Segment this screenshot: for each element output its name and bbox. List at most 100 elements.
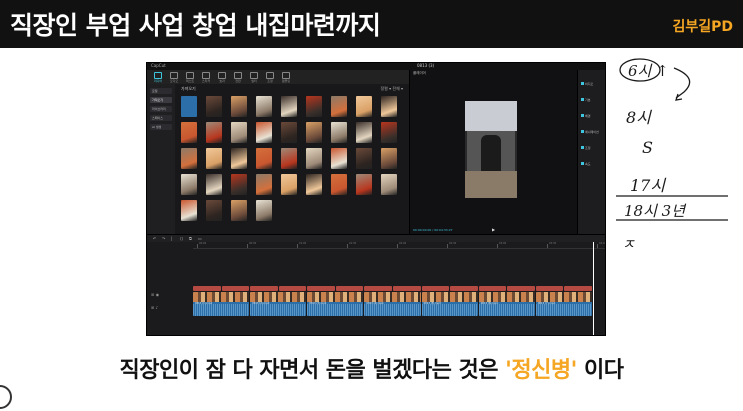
timeline-tool-icon[interactable]: ↷: [162, 236, 165, 241]
media-thumbnail[interactable]: [306, 148, 322, 169]
toolbar-tab-2[interactable]: 텍스트: [183, 71, 197, 83]
media-thumbnail[interactable]: [256, 174, 272, 195]
effect-clip[interactable]: [364, 286, 392, 291]
media-thumbnail[interactable]: [306, 174, 322, 195]
timeline-tool-icon[interactable]: ▭: [198, 236, 202, 241]
video-clip[interactable]: 0813 (4).mp4: [364, 292, 421, 316]
preview-video-frame[interactable]: [465, 101, 517, 198]
toolbar-tab-6[interactable]: 필터: [247, 71, 261, 83]
effect-clip[interactable]: [535, 286, 564, 291]
property-item[interactable]: 속도: [581, 162, 603, 166]
media-thumbnail[interactable]: [381, 96, 397, 117]
media-thumbnail[interactable]: [231, 96, 247, 117]
timeline-ruler[interactable]: 00:00 00:30 01:00 01:30 02:00 02:30 03:00 03:30…: [193, 242, 605, 249]
effect-clip[interactable]: [250, 286, 278, 291]
media-thumbnail[interactable]: [206, 148, 222, 169]
ruler-label: 02:00: [399, 242, 407, 245]
media-thumbnail[interactable]: [256, 122, 272, 143]
media-thumbnail[interactable]: [206, 96, 222, 117]
media-thumbnail[interactable]: [181, 122, 197, 143]
media-thumbnail[interactable]: [256, 200, 272, 221]
media-thumbnail[interactable]: [331, 174, 347, 195]
media-sort-controls[interactable]: 정렬 ▾ 전체 ▾: [380, 86, 403, 92]
timeline-playhead[interactable]: [593, 242, 594, 335]
toolbar-tab-1[interactable]: 오디오: [167, 71, 181, 83]
toolbar-tab-7[interactable]: 조정: [263, 71, 277, 83]
media-thumbnail[interactable]: [256, 96, 272, 117]
media-thumbnail[interactable]: [356, 174, 372, 195]
sidebar-item[interactable]: 라이브러리: [150, 106, 172, 112]
effect-clip[interactable]: [221, 286, 250, 291]
media-thumbnail[interactable]: [231, 200, 247, 221]
app-name: CapCut: [151, 63, 166, 68]
media-thumbnail[interactable]: [281, 174, 297, 195]
effect-clip[interactable]: [193, 286, 221, 291]
video-clip[interactable]: 0813 (6).mp4: [478, 292, 535, 316]
effect-clip[interactable]: [307, 286, 335, 291]
media-thumbnail[interactable]: [281, 148, 297, 169]
toolbar-tab-5[interactable]: 전환: [231, 71, 245, 83]
media-thumbnail[interactable]: [306, 122, 322, 143]
media-thumbnail[interactable]: [381, 174, 397, 195]
media-thumbnail[interactable]: [206, 174, 222, 195]
media-thumbnail[interactable]: [181, 174, 197, 195]
media-thumbnail[interactable]: [306, 96, 322, 117]
media-thumbnail[interactable]: [181, 200, 197, 221]
media-thumbnail[interactable]: [356, 96, 372, 117]
track-header-icon[interactable]: ⊞ ♪: [151, 305, 158, 310]
effect-clip[interactable]: [335, 286, 364, 291]
ruler-label: 03:00: [499, 242, 507, 245]
sidebar-item[interactable]: AI 생성: [150, 124, 172, 130]
sidebar-item[interactable]: 가져오기: [150, 97, 172, 103]
track-header-icon[interactable]: ⊞ ◉: [151, 292, 159, 297]
video-clip[interactable]: 0813 (2).mp4: [250, 292, 307, 316]
toolbar-tab-4[interactable]: 효과: [215, 71, 229, 83]
video-clip[interactable]: 0813 (1).mp4: [193, 292, 250, 316]
effect-clip[interactable]: [421, 286, 450, 291]
property-item[interactable]: 배경: [581, 114, 603, 118]
media-thumbnail[interactable]: [281, 96, 297, 117]
media-thumbnail[interactable]: [281, 122, 297, 143]
property-item[interactable]: 조정: [581, 146, 603, 150]
toolbar-tab-3[interactable]: 스티커: [199, 71, 213, 83]
effect-clip[interactable]: [478, 286, 507, 291]
media-thumbnail[interactable]: [256, 148, 272, 169]
effect-clip[interactable]: [450, 286, 478, 291]
media-thumbnail[interactable]: [331, 96, 347, 117]
timeline-tool-icon[interactable]: ⟨⟩: [180, 236, 183, 241]
play-icon[interactable]: ▶: [492, 227, 495, 232]
media-thumbnail[interactable]: [206, 122, 222, 143]
timeline-tool-icon[interactable]: ⧉: [189, 236, 192, 241]
sidebar-item[interactable]: 스페이스: [150, 115, 172, 121]
property-item[interactable]: 애니메이션: [581, 130, 603, 134]
timeline-tool-icon[interactable]: |: [171, 236, 172, 241]
media-thumbnail[interactable]: [381, 122, 397, 143]
media-thumbnail[interactable]: [356, 122, 372, 143]
media-thumbnail[interactable]: [206, 200, 222, 221]
timeline-tool-icon[interactable]: ↶: [153, 236, 156, 241]
effect-clip[interactable]: [564, 286, 592, 291]
media-thumbnail[interactable]: [356, 148, 372, 169]
video-clip[interactable]: 0813 (7).mp4: [535, 292, 592, 316]
video-clip[interactable]: 0813 (5).mp4: [421, 292, 478, 316]
corner-circle-icon[interactable]: [0, 385, 12, 409]
property-item[interactable]: 기본: [581, 98, 603, 102]
media-thumbnail[interactable]: [231, 174, 247, 195]
toolbar-tab-0[interactable]: 미디어: [151, 71, 165, 83]
effect-clip[interactable]: [393, 286, 421, 291]
media-thumbnail[interactable]: [181, 96, 197, 117]
toolbar-tab-8[interactable]: 템플릿: [279, 71, 293, 83]
media-thumbnail[interactable]: [231, 122, 247, 143]
property-item[interactable]: 비디오: [581, 82, 603, 86]
toolbar-tab-label: 오디오: [169, 79, 179, 83]
sidebar-item[interactable]: 로컬: [150, 88, 172, 94]
media-thumbnail[interactable]: [331, 148, 347, 169]
transition-icon: [234, 72, 242, 79]
media-thumbnail[interactable]: [181, 148, 197, 169]
media-thumbnail[interactable]: [231, 148, 247, 169]
effect-clip[interactable]: [507, 286, 535, 291]
video-clip[interactable]: 0813 (3).mp4: [307, 292, 364, 316]
effect-clip[interactable]: [278, 286, 307, 291]
media-thumbnail[interactable]: [331, 122, 347, 143]
media-thumbnail[interactable]: [381, 148, 397, 169]
